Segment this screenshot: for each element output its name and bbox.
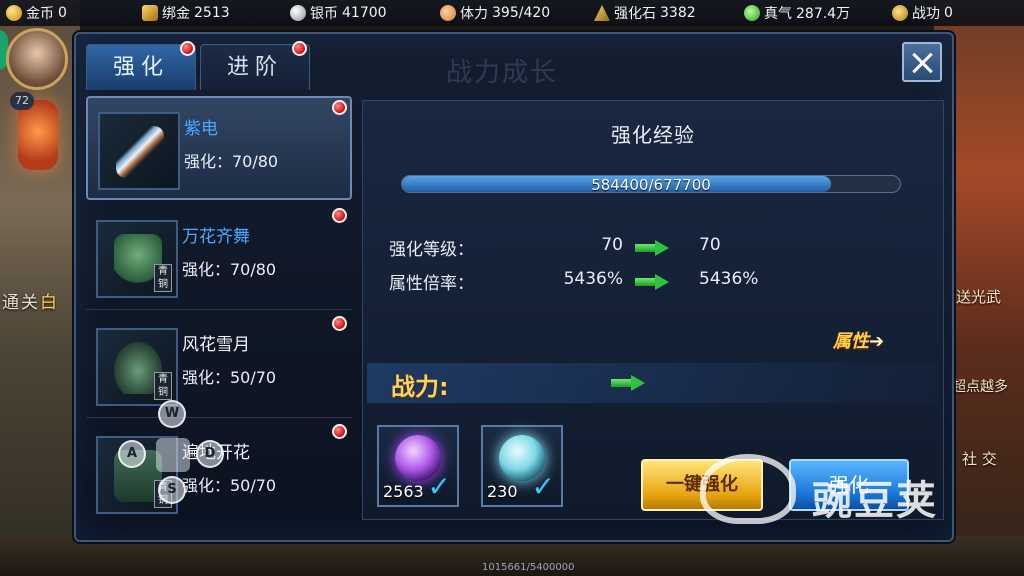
arrow-right-icon — [635, 274, 669, 290]
resource-label: 金币 — [26, 6, 54, 22]
check-icon: ✓ — [531, 470, 555, 503]
enhance-stone-icon — [594, 5, 610, 21]
merit-icon — [892, 5, 908, 21]
item-notification-dot — [332, 316, 347, 331]
enhance-panel: 强化经验 584400/677700 强化等级： 70 70 属性倍率： 543… — [362, 100, 944, 520]
quality-tag: 青铜 — [154, 264, 172, 292]
item-notification-dot — [332, 208, 347, 223]
lantern-decoration — [18, 100, 58, 170]
resource-stamina: 体力 395/420 — [440, 3, 550, 23]
player-avatar[interactable] — [6, 28, 68, 90]
resource-value: 287.4万 — [796, 6, 851, 22]
material-slot-purple[interactable]: 2563 ✓ — [377, 425, 459, 507]
resource-value: 0 — [944, 5, 953, 21]
combat-power-label: 战力: — [391, 373, 449, 401]
equipment-name: 紫电 — [184, 119, 218, 139]
stat-label: 属性倍率： — [389, 274, 474, 294]
resource-value: 2513 — [194, 5, 230, 21]
resource-value: 0 — [58, 5, 67, 21]
equipment-slot: 青铜 — [96, 220, 178, 298]
resource-true-qi: 真气 287.4万 — [744, 3, 850, 23]
material-slot-teal[interactable]: 230 ✓ — [481, 425, 563, 507]
key-w-button[interactable]: W — [158, 400, 186, 428]
resource-bar: 金币 0 绑金 2513 银币 41700 体力 395/420 强化石 338… — [0, 0, 1024, 26]
equipment-name: 风花雪月 — [182, 335, 250, 355]
material-count: 2563 — [383, 482, 424, 501]
resource-gold: 金币 0 — [6, 3, 67, 23]
stat-label: 强化等级： — [389, 240, 474, 260]
item-notification-dot — [332, 424, 347, 439]
side-quest-highlight: 白 — [40, 293, 59, 313]
tab-enhance-notification-dot — [180, 41, 195, 56]
gold-coin-icon — [6, 5, 22, 21]
resource-value: 395/420 — [492, 5, 551, 21]
arrow-right-icon — [611, 375, 645, 391]
resource-silver: 银币 41700 — [290, 3, 387, 23]
watermark-text: 豌豆荚 — [812, 478, 938, 524]
combat-power-row: 战力: — [367, 363, 939, 403]
key-s-button[interactable]: S — [158, 476, 186, 504]
arrow-right-icon — [635, 240, 669, 256]
resource-label: 银币 — [310, 6, 338, 22]
dpad-center[interactable] — [156, 438, 190, 472]
resource-bound-gold: 绑金 2513 — [142, 3, 230, 23]
dialog-ghost-title: 战力成长 — [446, 58, 559, 88]
equipment-enhance-level: 强化：70/80 — [182, 260, 277, 279]
resource-label: 体力 — [460, 6, 488, 22]
equipment-item-weapon[interactable]: 紫电 强化：70/80 — [86, 96, 352, 200]
right-menu-event[interactable]: 超点越多 — [952, 376, 1008, 396]
watermark-logo-icon — [700, 454, 796, 524]
right-menu-social[interactable]: 社 交 — [962, 448, 997, 469]
attribute-link-label: 属性 — [833, 331, 869, 352]
silver-coin-icon — [290, 5, 306, 21]
quality-tag: 青铜 — [154, 372, 172, 400]
tab-advance-notification-dot — [292, 41, 307, 56]
resource-label: 战功 — [912, 6, 940, 22]
key-d-button[interactable]: D — [196, 440, 224, 468]
hp-readout: 1015661/5400000 — [482, 562, 575, 573]
virtual-gamepad[interactable]: W A D S — [118, 400, 228, 510]
true-qi-icon — [744, 5, 760, 21]
stamina-icon — [440, 5, 456, 21]
resource-value: 3382 — [660, 5, 696, 21]
equipment-enhance-level: 强化：70/80 — [184, 152, 279, 171]
item-notification-dot — [332, 100, 347, 115]
check-icon: ✓ — [427, 470, 451, 503]
resource-label: 真气 — [764, 6, 792, 22]
resource-value: 41700 — [342, 5, 387, 21]
close-button[interactable] — [902, 42, 942, 82]
resource-merit: 战功 0 — [892, 3, 953, 23]
resource-enhance-stone: 强化石 3382 — [594, 3, 696, 23]
bound-gold-icon — [142, 5, 158, 21]
enhance-xp-bar: 584400/677700 — [401, 175, 901, 193]
material-count: 230 — [487, 482, 518, 501]
attribute-link[interactable]: 属性➔ — [833, 327, 884, 353]
stat-current: 70 — [601, 235, 623, 255]
stat-row-enhance-level: 强化等级： 70 70 — [389, 235, 929, 263]
panel-title: 强化经验 — [611, 123, 695, 147]
equipment-enhance-level: 强化：50/70 — [182, 368, 277, 387]
stat-row-attribute-rate: 属性倍率： 5436% 5436% — [389, 269, 929, 297]
stat-next: 70 — [699, 235, 721, 255]
arrow-right-icon: ➔ — [869, 331, 885, 352]
equipment-slot — [98, 112, 180, 190]
equipment-slot: 青铜 — [96, 328, 178, 406]
xp-text: 584400/677700 — [591, 176, 711, 193]
player-level-badge: 72 — [10, 92, 34, 110]
right-menu-gift[interactable]: 送光武 — [956, 286, 1001, 307]
side-quest-label: 通关 — [2, 293, 40, 313]
equipment-name: 万花齐舞 — [182, 227, 250, 247]
resource-label: 绑金 — [162, 6, 190, 22]
side-quest-text[interactable]: 通关白 — [2, 288, 59, 313]
weapon-icon — [116, 126, 164, 178]
resource-label: 强化石 — [614, 6, 656, 22]
key-a-button[interactable]: A — [118, 440, 146, 468]
stat-next: 5436% — [699, 269, 759, 289]
equipment-item-armor[interactable]: 青铜 万花齐舞 强化：70/80 — [86, 206, 352, 310]
stat-current: 5436% — [563, 269, 623, 289]
